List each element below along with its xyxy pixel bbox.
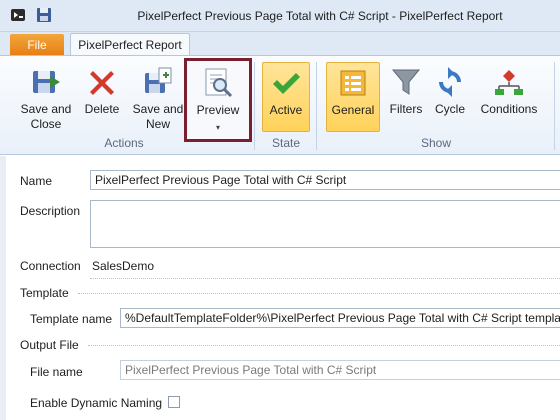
actions-group-label: Actions bbox=[104, 136, 144, 150]
connection-label: Connection bbox=[20, 259, 81, 273]
name-field[interactable]: PixelPerfect Previous Page Total with C#… bbox=[90, 170, 560, 190]
delete-label: Delete bbox=[84, 102, 120, 116]
preview-magnifier-icon bbox=[205, 68, 233, 98]
description-field[interactable] bbox=[90, 200, 560, 248]
ribbon-separator bbox=[554, 62, 555, 150]
output-file-section-heading: Output File bbox=[20, 338, 79, 352]
filters-label: Filters bbox=[389, 102, 423, 116]
show-group-label: Show bbox=[420, 136, 452, 150]
active-label: Active bbox=[269, 103, 303, 117]
cycle-label: Cycle bbox=[434, 102, 465, 116]
file-name-field[interactable]: PixelPerfect Previous Page Total with C#… bbox=[120, 360, 560, 380]
ribbon-tab-row: File PixelPerfect Report bbox=[0, 32, 560, 57]
enable-dynamic-naming-label: Enable Dynamic Naming bbox=[30, 396, 163, 410]
active-toggle-button[interactable]: Active bbox=[262, 62, 310, 132]
preview-button[interactable]: Preview ▾ bbox=[184, 58, 252, 142]
enable-dynamic-naming-checkbox[interactable] bbox=[168, 396, 180, 408]
general-button[interactable]: General bbox=[326, 62, 380, 132]
general-list-icon bbox=[340, 70, 366, 96]
delete-button[interactable]: Delete bbox=[80, 62, 124, 136]
conditions-button[interactable]: Conditions bbox=[476, 62, 542, 136]
save-and-new-label: Save and New bbox=[132, 102, 184, 131]
file-name-label: File name bbox=[30, 365, 83, 379]
tab-file[interactable]: File bbox=[10, 34, 64, 56]
save-and-new-button[interactable]: Save and New bbox=[128, 62, 188, 136]
cycle-button[interactable]: Cycle bbox=[430, 62, 470, 136]
conditions-label: Conditions bbox=[480, 102, 538, 116]
save-close-icon bbox=[33, 71, 60, 93]
state-group-label: State bbox=[271, 136, 301, 150]
filters-button[interactable]: Filters bbox=[386, 62, 426, 136]
save-and-close-button[interactable]: Save and Close bbox=[14, 62, 78, 136]
app-icon[interactable] bbox=[10, 7, 26, 23]
template-section-heading: Template bbox=[20, 286, 69, 300]
connection-value[interactable]: SalesDemo bbox=[92, 259, 154, 273]
funnel-icon bbox=[391, 69, 421, 95]
ribbon-separator bbox=[316, 62, 317, 150]
ribbon: Save and Close Delete Save and New Previ… bbox=[0, 55, 560, 155]
save-new-icon bbox=[145, 67, 172, 93]
general-label: General bbox=[331, 103, 375, 117]
title-bar: PixelPerfect Previous Page Total with C#… bbox=[0, 0, 560, 32]
name-label: Name bbox=[20, 174, 53, 188]
template-name-field[interactable]: %DefaultTemplateFolder%\PixelPerfect Pre… bbox=[120, 308, 560, 328]
template-section-rule bbox=[78, 293, 560, 294]
checkmark-icon bbox=[273, 73, 300, 94]
output-file-section-rule bbox=[88, 345, 560, 346]
window-title: PixelPerfect Previous Page Total with C#… bbox=[137, 9, 503, 23]
preview-label: Preview bbox=[196, 103, 240, 117]
save-icon[interactable] bbox=[36, 7, 52, 23]
ribbon-separator bbox=[254, 62, 255, 150]
save-and-close-label: Save and Close bbox=[20, 102, 72, 131]
cycle-arrows-icon bbox=[439, 67, 461, 97]
connection-divider bbox=[90, 278, 560, 279]
template-name-label: Template name bbox=[30, 312, 113, 326]
tab-pixelperfect-report[interactable]: PixelPerfect Report bbox=[70, 33, 190, 57]
description-label: Description bbox=[20, 204, 81, 218]
delete-x-icon bbox=[90, 71, 114, 95]
chevron-down-icon[interactable]: ▾ bbox=[216, 123, 220, 132]
conditions-tree-icon bbox=[495, 70, 523, 95]
report-form: Name PixelPerfect Previous Page Total wi… bbox=[0, 156, 560, 420]
